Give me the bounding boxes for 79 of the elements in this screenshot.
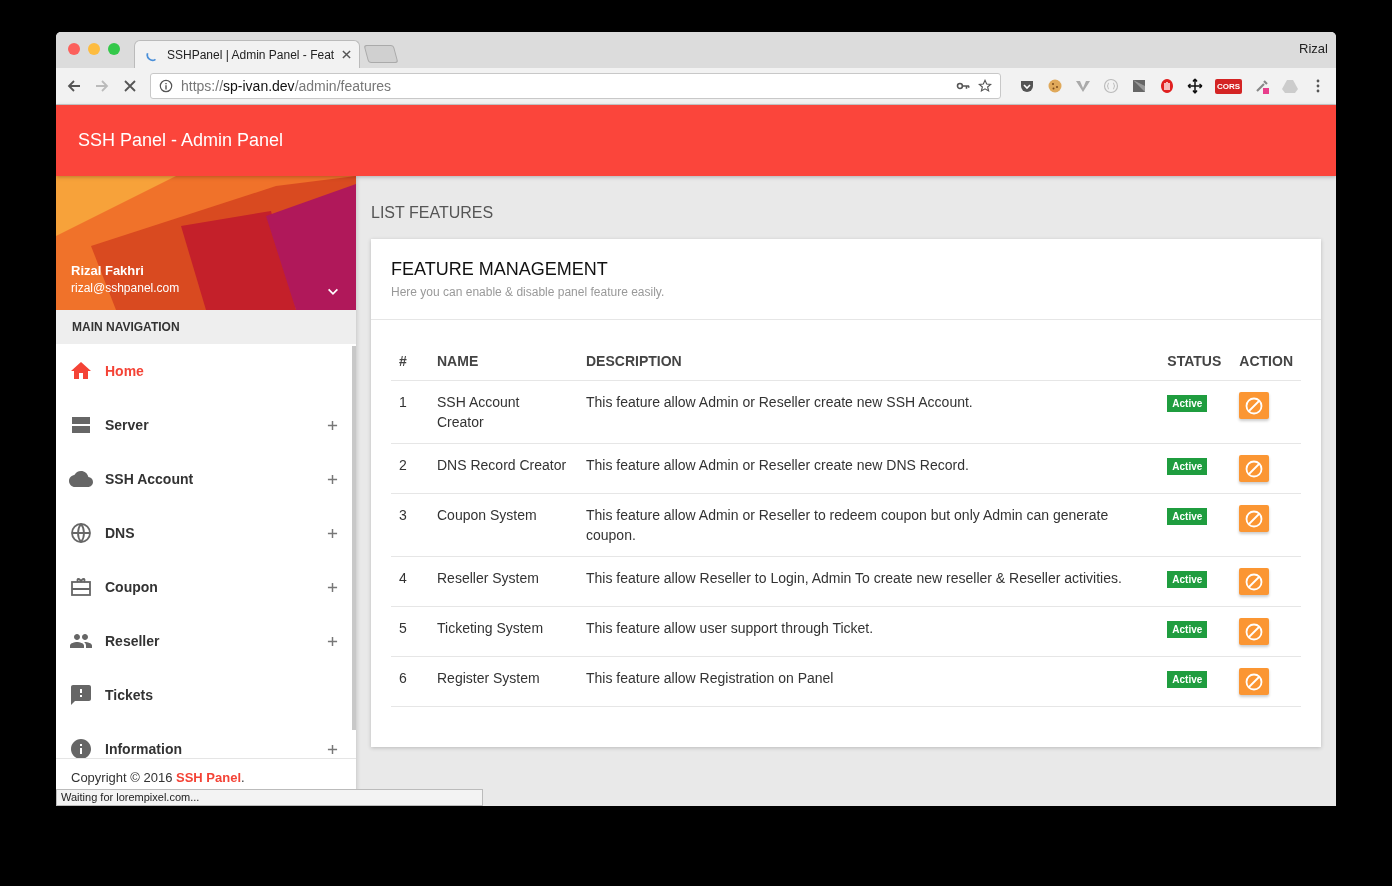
table-cell: DNS Record Creator — [429, 443, 578, 494]
table-cell: This feature allow Admin or Reseller create new SSH Account. — [578, 380, 1160, 444]
address-bar[interactable]: https://sp-ivan.dev/admin/features — [150, 73, 1001, 99]
table-cell: 6 — [391, 656, 429, 707]
cors-extension-icon[interactable]: CORS — [1214, 78, 1242, 94]
back-icon[interactable] — [66, 78, 82, 94]
star-icon[interactable] — [977, 79, 992, 93]
block-icon — [1244, 621, 1265, 642]
table-cell: This feature allow Reseller to Login, Admin To create new reseller & Reseller activities. — [578, 556, 1160, 607]
table-cell: 1 — [391, 380, 429, 444]
card-title: FEATURE MANAGEMENT — [391, 259, 609, 280]
close-tab-icon[interactable] — [342, 50, 352, 59]
scrollbar[interactable] — [352, 346, 356, 730]
table-cell: Coupon System — [429, 493, 578, 557]
table-cell: 5 — [391, 606, 429, 657]
info-icon[interactable] — [159, 79, 173, 93]
nav-item[interactable]: DNS — [56, 506, 352, 560]
table-cell: 4 — [391, 556, 429, 607]
status-badge: Active — [1167, 671, 1208, 688]
column-header: NAME — [429, 342, 578, 381]
plus-icon[interactable] — [327, 635, 338, 647]
section-header: MAIN NAVIGATION — [56, 310, 356, 344]
user-name: Rizal Fakhri — [71, 263, 145, 278]
table-cell: Ticketing System — [429, 606, 578, 657]
plus-icon[interactable] — [327, 419, 338, 431]
nav-item[interactable]: Server — [56, 398, 352, 452]
stop-icon[interactable] — [122, 78, 138, 94]
info-icon — [69, 737, 93, 758]
picture-icon[interactable] — [1130, 78, 1147, 94]
table-cell: This feature allow Admin or Reseller create new DNS Record. — [578, 443, 1160, 494]
plus-icon[interactable] — [327, 743, 338, 755]
table-cell: Register System — [429, 656, 578, 707]
page-title: LIST FEATURES — [371, 204, 495, 223]
nav-item[interactable]: SSH Account — [56, 452, 352, 506]
tab-title: SSHPanel | Admin Panel - Feat — [167, 47, 335, 62]
plus-icon[interactable] — [327, 527, 338, 539]
status-badge: Active — [1167, 395, 1208, 412]
table-cell: 2 — [391, 443, 429, 494]
table-cell: This feature allow Registration on Panel — [578, 656, 1160, 707]
copyright-text: Copyright © 2016 SSH Panel. — [71, 770, 245, 785]
status-badge: Active — [1167, 621, 1208, 638]
nav-item[interactable]: Information — [56, 722, 352, 758]
nav-item[interactable]: Home — [56, 344, 352, 398]
browser-tab[interactable]: SSHPanel | Admin Panel - Feat — [134, 40, 360, 68]
cookie-icon[interactable] — [1046, 78, 1063, 94]
user-email: rizal@sshpanel.com — [71, 281, 180, 295]
block-icon — [1244, 395, 1265, 416]
block-icon — [1244, 571, 1265, 592]
table-cell: This feature allow user support through Ticket. — [578, 606, 1160, 657]
status-badge: Active — [1167, 458, 1208, 475]
move-icon[interactable] — [1186, 78, 1203, 94]
chat-alert-icon — [69, 683, 93, 707]
profile-name[interactable]: Rizal — [1299, 41, 1336, 68]
status-badge: Active — [1167, 508, 1208, 525]
plus-icon[interactable] — [327, 581, 338, 593]
plus-icon[interactable] — [327, 473, 338, 485]
status-bubble: Waiting for lorempixel.com... — [56, 789, 483, 806]
table-cell: 3 — [391, 493, 429, 557]
card-subtitle: Here you can enable & disable panel feature easily. — [391, 285, 666, 299]
pocket-icon[interactable] — [1018, 78, 1035, 94]
block-icon — [1244, 671, 1265, 692]
table-cell: SSH Account Creator — [429, 380, 578, 444]
globe-icon — [69, 521, 93, 545]
block-icon — [1244, 508, 1265, 529]
url-text: https://sp-ivan.dev/admin/features — [181, 78, 392, 94]
column-header: # — [391, 342, 429, 381]
nav-item[interactable]: Coupon — [56, 560, 352, 614]
column-header: ACTION — [1231, 342, 1301, 381]
nav-item[interactable]: Tickets — [56, 668, 352, 722]
gift-card-icon — [69, 575, 93, 599]
table-cell: This feature allow Admin or Reseller to redeem coupon but only Admin can generate coupon. — [578, 493, 1160, 557]
column-header: STATUS — [1159, 342, 1232, 381]
eyedropper-icon[interactable] — [1254, 78, 1270, 94]
status-badge: Active — [1167, 571, 1208, 588]
close-window-button[interactable] — [68, 43, 80, 55]
nav-item[interactable]: Reseller — [56, 614, 352, 668]
block-icon — [1244, 458, 1265, 479]
table-cell: Reseller System — [429, 556, 578, 607]
column-header: DESCRIPTION — [578, 342, 1160, 381]
